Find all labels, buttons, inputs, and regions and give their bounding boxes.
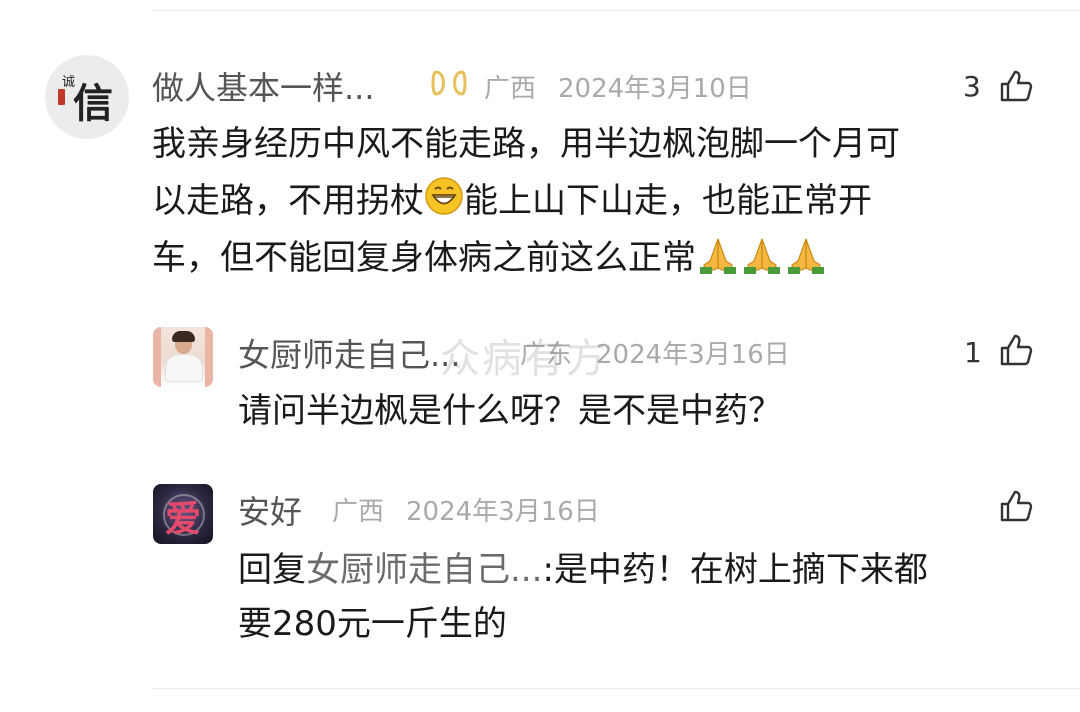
- comment-location: 广西: [484, 74, 537, 104]
- comment-author[interactable]: 做人基本一样...: [152, 63, 375, 109]
- comment-author[interactable]: 女厨师走自己...: [238, 330, 461, 376]
- thumbs-up-icon[interactable]: [998, 68, 1034, 104]
- comment-content-line: 以走路，不用拐杖 能上山下山走，也能正常开: [152, 173, 872, 230]
- comment-location: 广西: [332, 497, 385, 527]
- avatar-bg: [153, 327, 161, 387]
- seal-mark: [58, 89, 65, 105]
- comment-date: 2024年3月16日: [596, 340, 790, 370]
- comment-text: 车，但不能回复身体病之前这么正常: [152, 238, 696, 278]
- folded-hands-icon: [700, 238, 736, 274]
- thumbs-up-icon[interactable]: [998, 332, 1034, 368]
- avatar-bg: [205, 327, 213, 387]
- avatar-glyph: 爱: [164, 498, 201, 540]
- avatar[interactable]: 爱: [153, 484, 213, 544]
- avatar[interactable]: 诚 信: [45, 55, 129, 139]
- comment-author[interactable]: 安好: [238, 487, 302, 533]
- comment-date: 2024年3月10日: [558, 74, 752, 104]
- folded-hands-icon: [744, 238, 780, 274]
- comment-date: 2024年3月16日: [406, 497, 600, 527]
- like-count: 3: [963, 70, 981, 103]
- watermark: 众病有方: [440, 336, 608, 382]
- avatar-glyph: 信: [73, 80, 113, 127]
- reply-target-link[interactable]: 女厨师走自己...: [306, 550, 542, 590]
- top-divider: [152, 10, 1080, 11]
- comment-content-line: 我亲身经历中风不能走路，用半边枫泡脚一个月可: [152, 124, 900, 164]
- comment-content: 请问半边枫是什么呀？是不是中药？: [238, 391, 782, 431]
- thumbs-up-icon[interactable]: [998, 488, 1034, 524]
- avatar-small-glyph: 诚: [62, 75, 76, 90]
- ribbon-icon: [431, 70, 467, 96]
- bottom-divider: [152, 688, 1080, 689]
- comment-content-line: 回复女厨师走自己...:是中药！在树上摘下来都: [238, 542, 928, 599]
- grinning-face-icon: [425, 177, 463, 215]
- like-count: 1: [964, 336, 982, 369]
- comment-text: 能上山下山走，也能正常开: [464, 181, 872, 221]
- comment-content-line: 要280元一斤生的: [238, 604, 507, 644]
- folded-hands-icon: [788, 238, 824, 274]
- reply-prefix: 回复: [238, 550, 306, 590]
- comment-text: :是中药！在树上摘下来都: [542, 550, 928, 590]
- avatar[interactable]: [153, 327, 213, 387]
- comment-text: 以走路，不用拐杖: [152, 181, 424, 221]
- avatar-figure: [165, 354, 203, 382]
- comment-content-line: 车，但不能回复身体病之前这么正常: [152, 230, 828, 287]
- avatar-hair: [172, 331, 195, 342]
